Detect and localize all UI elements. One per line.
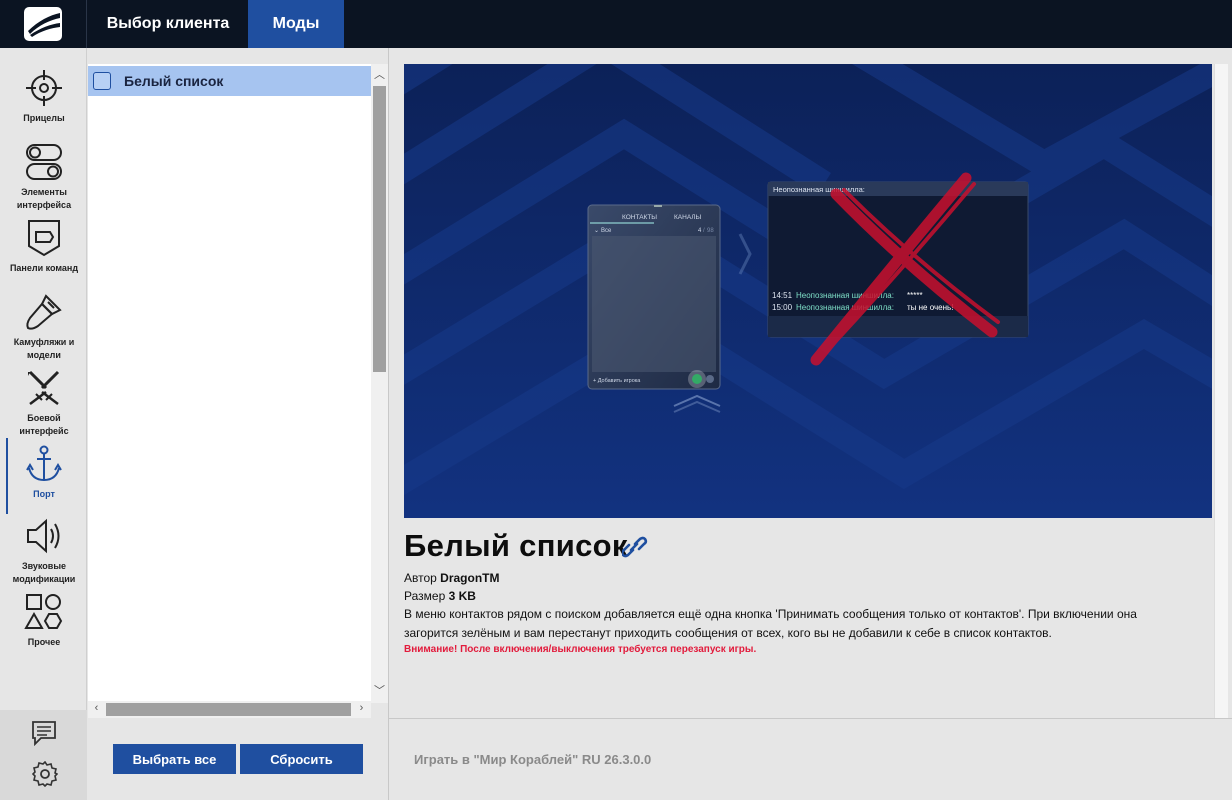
toggles-icon [26,144,62,180]
category-team-panels[interactable]: Панели команд [4,218,84,275]
mod-preview-image: КОНТАКТЫ КАНАЛЫ ⌄ Все 4 / 98 + Добавить … [404,64,1212,518]
paintbrush-icon [26,294,62,330]
scroll-up-icon[interactable]: ︿ [371,66,388,82]
play-button[interactable]: Играть в "Мир Кораблей" RU 26.3.0.0 [414,752,651,767]
category-label: Порт [33,489,55,499]
mod-checkbox[interactable] [93,72,111,90]
top-bar: Выбор клиента Моды [0,0,1232,48]
mod-list: Белый список [88,64,371,703]
scroll-left-icon[interactable]: ‹ [88,702,105,714]
category-label: Панели команд [9,263,79,273]
category-battle-interface[interactable]: Боевой интерфейс [4,368,84,438]
shapes-icon [24,594,63,629]
chat-icon[interactable] [31,720,57,746]
mod-item-label: Белый список [124,73,224,89]
category-sound-mods[interactable]: Звуковые модификации [4,516,84,586]
speaker-icon [27,518,60,554]
logo-icon [24,7,62,41]
category-label: Камуфляжи и модели [13,337,75,360]
team-panel-icon [28,220,60,257]
list-vertical-scrollbar[interactable]: ︿ ﹀ [371,64,388,703]
gear-icon[interactable] [32,761,58,787]
category-label: Звуковые модификации [12,561,76,584]
link-icon[interactable] [622,536,648,558]
crossed-swords-icon [28,370,60,405]
category-label: Прочее [27,637,61,647]
details-scrollbar[interactable] [1214,64,1228,718]
category-sidebar: Прицелы Элементы интерфейса Панели коман… [0,48,87,800]
anchor-icon [26,445,62,482]
preview-add-player: + Добавить игрока [593,378,641,384]
preview-msg-time: 15:00 [772,303,793,312]
author-line: Автор DragonTM [404,571,500,585]
category-camouflages[interactable]: Камуфляжи и модели [4,292,84,362]
list-item[interactable]: Белый список [88,66,371,96]
scroll-down-icon[interactable]: ﹀ [371,682,388,698]
scroll-thumb[interactable] [373,86,386,372]
svg-text:⌄: ⌄ [594,228,599,234]
preview-msg-text: ты не очень! [907,303,953,312]
tab-client-select[interactable]: Выбор клиента [88,0,248,48]
preview-group-label: Все [601,228,612,234]
category-label: Боевой интерфейс [19,413,69,436]
category-interface-elements[interactable]: Элементы интерфейса [4,142,84,212]
preview-msg-time: 14:51 [772,291,793,300]
author-label: Автор [404,571,437,585]
scroll-thumb[interactable] [106,703,351,716]
preview-contacts-tab: КОНТАКТЫ [622,214,657,221]
size-value: 3 KB [448,589,476,603]
category-sights[interactable]: Прицелы [4,68,84,125]
mod-title: Белый список [404,528,628,563]
category-label: Прицелы [23,113,65,123]
mod-description: В меню контактов рядом с поиском добавля… [404,607,1137,640]
author-value: DragonTM [440,571,500,585]
restart-warning: Внимание! После включения/выключения тре… [404,644,757,655]
crosshair-icon [26,70,62,106]
preview-channels-tab: КАНАЛЫ [674,214,702,221]
scroll-right-icon[interactable]: › [353,702,370,714]
select-all-button[interactable]: Выбрать все [113,744,236,774]
size-label: Размер [404,589,446,603]
preview-chat-title: Неопознанная шиншилла: [773,185,865,194]
category-label: Элементы интерфейса [16,187,72,210]
footer-divider [389,718,1232,719]
app-logo[interactable] [0,0,87,48]
preview-msg-text: ***** [907,291,923,300]
list-horizontal-scrollbar[interactable]: ‹ › [88,701,371,718]
sidebar-bottom [0,710,87,800]
preview-msg-sender: Неопознанная шиншилла: [796,303,894,312]
category-port[interactable]: Порт [4,438,84,514]
tab-mods[interactable]: Моды [248,0,344,48]
panel-divider [388,48,389,800]
category-other[interactable]: Прочее [4,592,84,649]
preview-count-total: 98 [707,228,714,234]
size-line: Размер 3 KB [404,589,476,603]
reset-button[interactable]: Сбросить [240,744,363,774]
